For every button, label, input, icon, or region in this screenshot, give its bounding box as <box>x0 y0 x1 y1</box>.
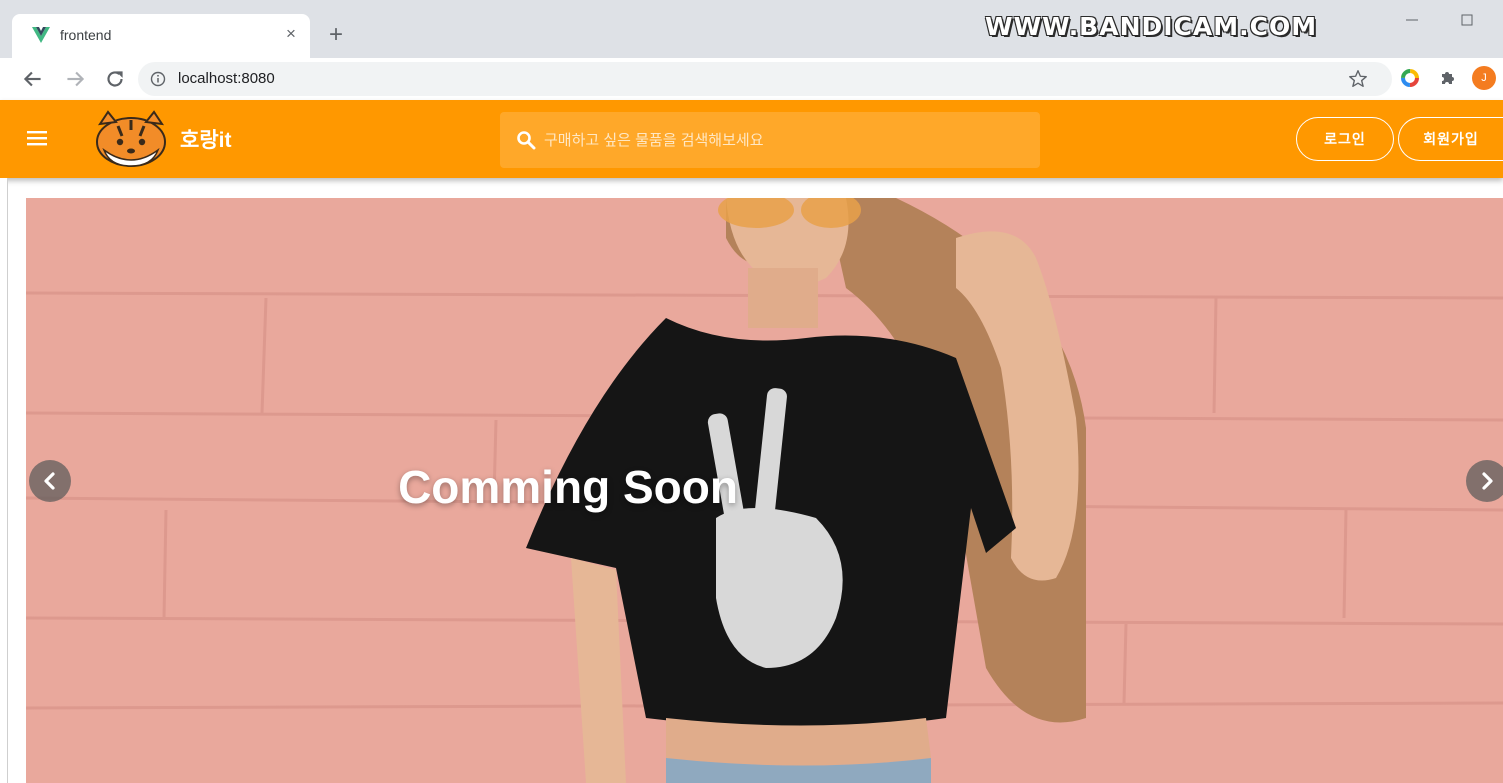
recorder-watermark: WWW.BANDICAM.COM <box>985 12 1318 41</box>
hero-caption: Comming Soon <box>398 461 738 513</box>
search-input[interactable] <box>544 124 1024 156</box>
tab-title: frontend <box>60 27 112 43</box>
forward-arrow-icon[interactable] <box>62 66 88 92</box>
page-edge <box>0 178 8 783</box>
hero-carousel: Comming Soon <box>26 198 1503 783</box>
profile-avatar[interactable]: J <box>1472 66 1496 90</box>
search-icon <box>517 131 536 150</box>
carousel-next-button[interactable] <box>1466 460 1503 502</box>
back-arrow-icon[interactable] <box>20 66 46 92</box>
new-tab-button[interactable]: + <box>322 22 350 50</box>
minimize-icon[interactable] <box>1400 8 1424 32</box>
address-bar[interactable]: localhost:8080 <box>138 62 1392 96</box>
tab-close-icon[interactable]: × <box>280 23 302 45</box>
info-icon[interactable] <box>150 71 166 87</box>
puzzle-icon[interactable] <box>1436 66 1460 90</box>
reload-icon[interactable] <box>102 66 128 92</box>
color-wheel-icon[interactable] <box>1398 66 1422 90</box>
carousel-prev-button[interactable] <box>29 460 71 502</box>
vue-favicon-icon <box>32 27 50 43</box>
search-box[interactable] <box>500 112 1040 168</box>
maximize-icon[interactable] <box>1455 8 1479 32</box>
chevron-left-icon <box>44 472 55 490</box>
chevron-right-icon <box>1482 472 1493 490</box>
browser-window: frontend × + WWW.BANDICAM.COM localhost:… <box>0 0 1503 783</box>
tab-strip: frontend × + WWW.BANDICAM.COM <box>0 0 1503 58</box>
tiger-logo-icon[interactable] <box>92 108 170 170</box>
app-header: 호랑it 로그인 회원가입 <box>0 100 1503 178</box>
hamburger-icon[interactable] <box>26 128 48 148</box>
url-text: localhost:8080 <box>178 70 275 87</box>
brand-name[interactable]: 호랑it <box>180 124 231 154</box>
browser-toolbar: localhost:8080 J <box>0 58 1503 100</box>
star-icon[interactable] <box>1347 68 1369 90</box>
login-button[interactable]: 로그인 <box>1296 117 1394 161</box>
browser-tab[interactable]: frontend × <box>12 14 310 58</box>
signup-button[interactable]: 회원가입 <box>1398 117 1503 161</box>
